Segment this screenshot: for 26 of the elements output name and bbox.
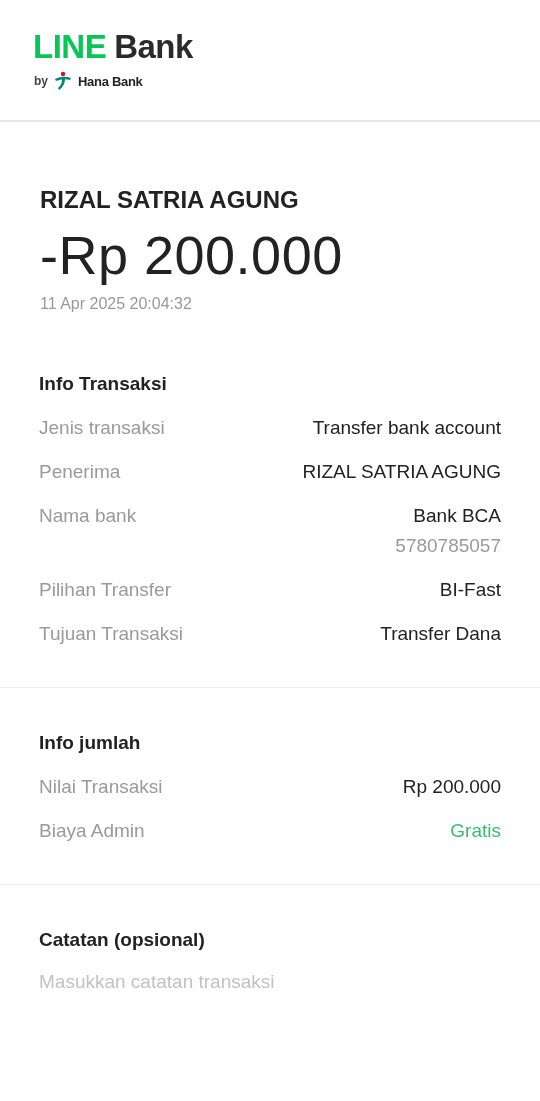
note-field[interactable]: Masukkan catatan transaksi — [39, 963, 501, 1002]
section-title: Info Transaksi — [39, 373, 168, 396]
section-title: Catatan (opsional) — [39, 929, 206, 952]
transaction-amount: -Rp 200.000 — [40, 226, 344, 286]
detail-label: Pilihan Transfer — [39, 579, 171, 602]
detail-label: Tujuan Transaksi — [39, 623, 183, 646]
account-number: 5780785057 — [395, 535, 501, 558]
detail-label: Penerima — [39, 461, 121, 484]
hana-logo-icon — [54, 71, 72, 91]
recipient-name: RIZAL SATRIA AGUNG — [40, 186, 300, 214]
detail-value: Transfer bank account — [312, 417, 501, 440]
detail-value: Gratis — [450, 820, 501, 843]
detail-label: Jenis transaksi — [39, 417, 165, 440]
detail-label: Nilai Transaksi — [39, 776, 163, 799]
by-label: by — [34, 74, 48, 88]
detail-label: Nama bank — [39, 505, 137, 528]
detail-label: Biaya Admin — [39, 820, 145, 843]
detail-value: RIZAL SATRIA AGUNG — [302, 461, 501, 484]
section-title: Info jumlah — [39, 732, 142, 755]
detail-value: Transfer Dana — [380, 623, 501, 646]
detail-value: Bank BCA — [413, 505, 501, 528]
detail-value: Rp 200.000 — [402, 776, 501, 799]
partner-name: Hana Bank — [78, 73, 143, 89]
transaction-date: 11 Apr 2025 20:04:32 — [40, 295, 193, 314]
line-bank-logo: LINE Bank — [33, 30, 194, 63]
detail-value: BI-Fast — [439, 579, 501, 602]
